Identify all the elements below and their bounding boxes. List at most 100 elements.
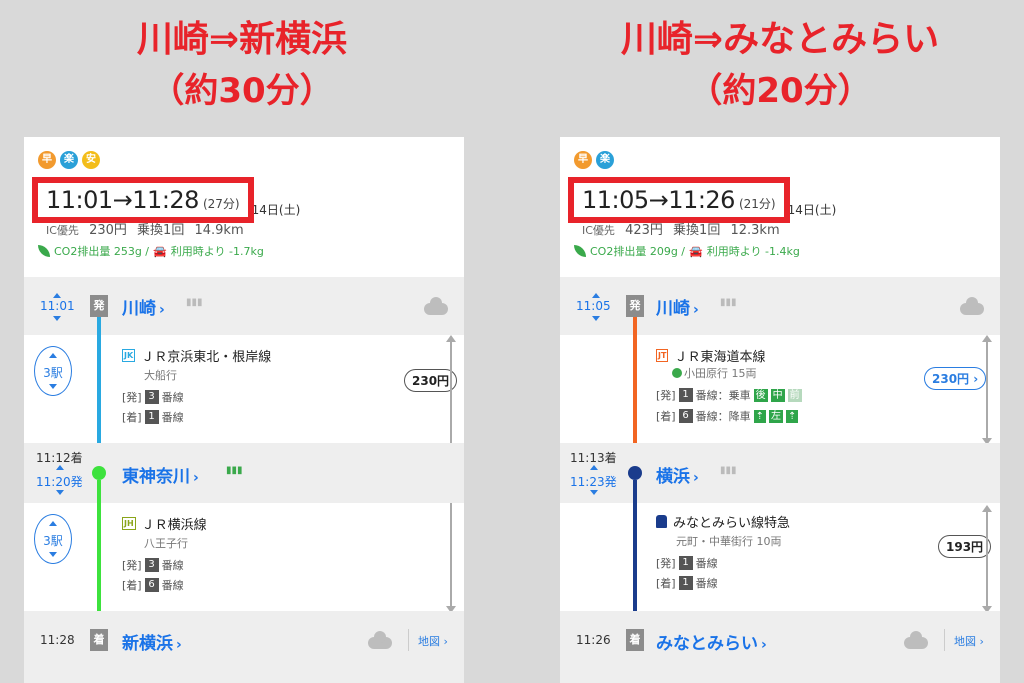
- right-route-card[interactable]: 早 楽 6月14日(土) 11:05→11:26 (21分) IC優先 423円…: [560, 137, 1000, 683]
- total-fare: 230円: [89, 223, 127, 238]
- platform-number: 1: [144, 410, 159, 424]
- transfer-station-name: 東神奈川: [122, 467, 190, 487]
- route-badges: 早 楽 安: [38, 151, 100, 169]
- arrival-tag: 着: [90, 629, 108, 651]
- transfer-count: 乗換1回: [673, 223, 721, 238]
- fare-summary: IC優先 230円 乗換1回 14.9km: [46, 219, 250, 238]
- train-destination: 大船行: [144, 369, 177, 382]
- destination-station-name: みなとみらい: [656, 634, 758, 654]
- platform-number: 1: [678, 556, 693, 570]
- map-link[interactable]: 地図 ›: [408, 629, 448, 651]
- line-title: ＪＲ京浜東北・根岸線: [141, 350, 272, 365]
- platform-number: 3: [144, 390, 159, 404]
- minatomirai-line-track: [633, 480, 637, 630]
- chevron-up-icon: [49, 521, 57, 526]
- origin-station-link[interactable]: 川崎 ›: [656, 294, 699, 319]
- fare-span-indicator: [982, 505, 992, 613]
- origin-time: 11:01: [40, 299, 75, 313]
- transfer-station-name: 横浜: [656, 467, 690, 487]
- time-range: 11:05→11:26: [582, 186, 735, 214]
- chevron-right-icon: ›: [176, 637, 182, 653]
- map-link[interactable]: 地図 ›: [944, 629, 984, 651]
- chevron-right-icon: ›: [693, 302, 699, 318]
- platform-number: 3: [144, 558, 159, 572]
- line-code-badge: JK: [122, 349, 136, 362]
- platform-suffix: 番線：降車: [695, 410, 751, 423]
- co2-amount: CO2排出量 253g /: [54, 245, 150, 258]
- time-down-icon[interactable]: [53, 316, 61, 321]
- total-fare: 423円: [625, 223, 663, 238]
- car-position: 後: [753, 388, 768, 402]
- transfer-station-link[interactable]: 横浜 ›: [656, 462, 699, 487]
- car-position: 左: [768, 409, 783, 423]
- origin-time: 11:05: [576, 299, 611, 313]
- segment-fare: 193円: [938, 535, 992, 558]
- destination-time: 11:26: [576, 633, 611, 647]
- chevron-up-icon: [49, 353, 57, 358]
- destination-time: 11:28: [40, 633, 75, 647]
- leaf-icon: [574, 245, 586, 257]
- departure-tag: 発: [90, 295, 108, 317]
- time-up-icon[interactable]: [592, 293, 600, 298]
- transfer-row[interactable]: [560, 443, 1000, 503]
- arrival-platform: [着] 1 番線: [656, 575, 718, 591]
- circle-icon: [672, 368, 682, 378]
- platform-dep-label: [発]: [122, 559, 142, 572]
- congestion-icon: ▮▮▮: [186, 297, 203, 308]
- left-heading-route: 川崎⇒新横浜: [136, 19, 348, 60]
- chevron-down-icon: [49, 552, 57, 557]
- destination-station-link[interactable]: 新横浜 ›: [122, 629, 182, 654]
- line-name: JT ＪＲ東海道本線: [656, 346, 765, 365]
- ic-priority-label: IC優先: [582, 224, 615, 237]
- time-up-icon[interactable]: [590, 465, 598, 470]
- right-heading: 川崎⇒みなとみらい （約20分）: [560, 18, 1000, 114]
- time-up-icon[interactable]: [53, 293, 61, 298]
- stop-count-button[interactable]: 3駅: [34, 346, 72, 396]
- stop-count-button[interactable]: 3駅: [34, 514, 72, 564]
- line-name: JH ＪＲ横浜線: [122, 514, 207, 533]
- time-range-highlight: 11:01→11:28 (27分): [32, 177, 254, 223]
- time-range-highlight: 11:05→11:26 (21分): [568, 177, 790, 223]
- cloudy-weather-icon: [424, 297, 448, 315]
- time-down-icon[interactable]: [590, 490, 598, 495]
- chevron-right-icon: ›: [159, 302, 165, 318]
- congestion-icon: ▮▮▮: [720, 297, 737, 308]
- transfer-row[interactable]: [24, 443, 464, 503]
- platform-suffix: 番線: [161, 391, 184, 404]
- time-down-icon[interactable]: [592, 316, 600, 321]
- segment-fare-link[interactable]: 230円 ›: [924, 367, 987, 390]
- cloudy-weather-icon: [960, 297, 984, 315]
- departure-platform: [発] 1 番線: [656, 555, 718, 571]
- train-destination: 元町・中華街行 10両: [676, 535, 782, 548]
- cloudy-weather-icon: [904, 631, 928, 649]
- co2-amount: CO2排出量 209g /: [590, 245, 686, 258]
- time-up-icon[interactable]: [56, 465, 64, 470]
- line-code-badge: JH: [122, 517, 136, 530]
- platform-number: 1: [678, 576, 693, 590]
- left-heading-duration: （約30分）: [150, 71, 334, 111]
- transfer-station-link[interactable]: 東神奈川 ›: [122, 462, 199, 487]
- platform-dep-label: [発]: [656, 389, 676, 402]
- transfer-station-dot: [92, 466, 106, 480]
- transfer-count: 乗換1回: [137, 223, 185, 238]
- origin-station-link[interactable]: 川崎 ›: [122, 294, 165, 319]
- car-icon: 🚘: [689, 244, 703, 258]
- route-badges: 早 楽: [574, 151, 614, 169]
- platform-arr-label: [着]: [656, 577, 676, 590]
- platform-arr-label: [着]: [122, 411, 142, 424]
- departure-platform: [発] 1 番線：乗車 後 中 前: [656, 387, 802, 403]
- arrival-tag: 着: [626, 629, 644, 651]
- transfer-arrival-time: 11:13着: [570, 451, 617, 465]
- distance: 12.3km: [730, 223, 780, 238]
- time-down-icon[interactable]: [56, 490, 64, 495]
- platform-suffix: 番線: [695, 577, 718, 590]
- fastest-badge: 早: [38, 151, 56, 169]
- jh-line-track: [97, 480, 101, 630]
- origin-station-name: 川崎: [656, 299, 690, 319]
- platform-suffix: 番線: [161, 411, 184, 424]
- destination-station-link[interactable]: みなとみらい ›: [656, 629, 767, 654]
- arrival-platform: [着] 6 番線: [122, 577, 184, 593]
- left-route-card[interactable]: 早 楽 安 6月14日(土) 11:01→11:28 (27分) IC優先 23…: [24, 137, 464, 683]
- departure-platform: [発] 3 番線: [122, 389, 184, 405]
- train-destination: 八王子行: [144, 537, 188, 550]
